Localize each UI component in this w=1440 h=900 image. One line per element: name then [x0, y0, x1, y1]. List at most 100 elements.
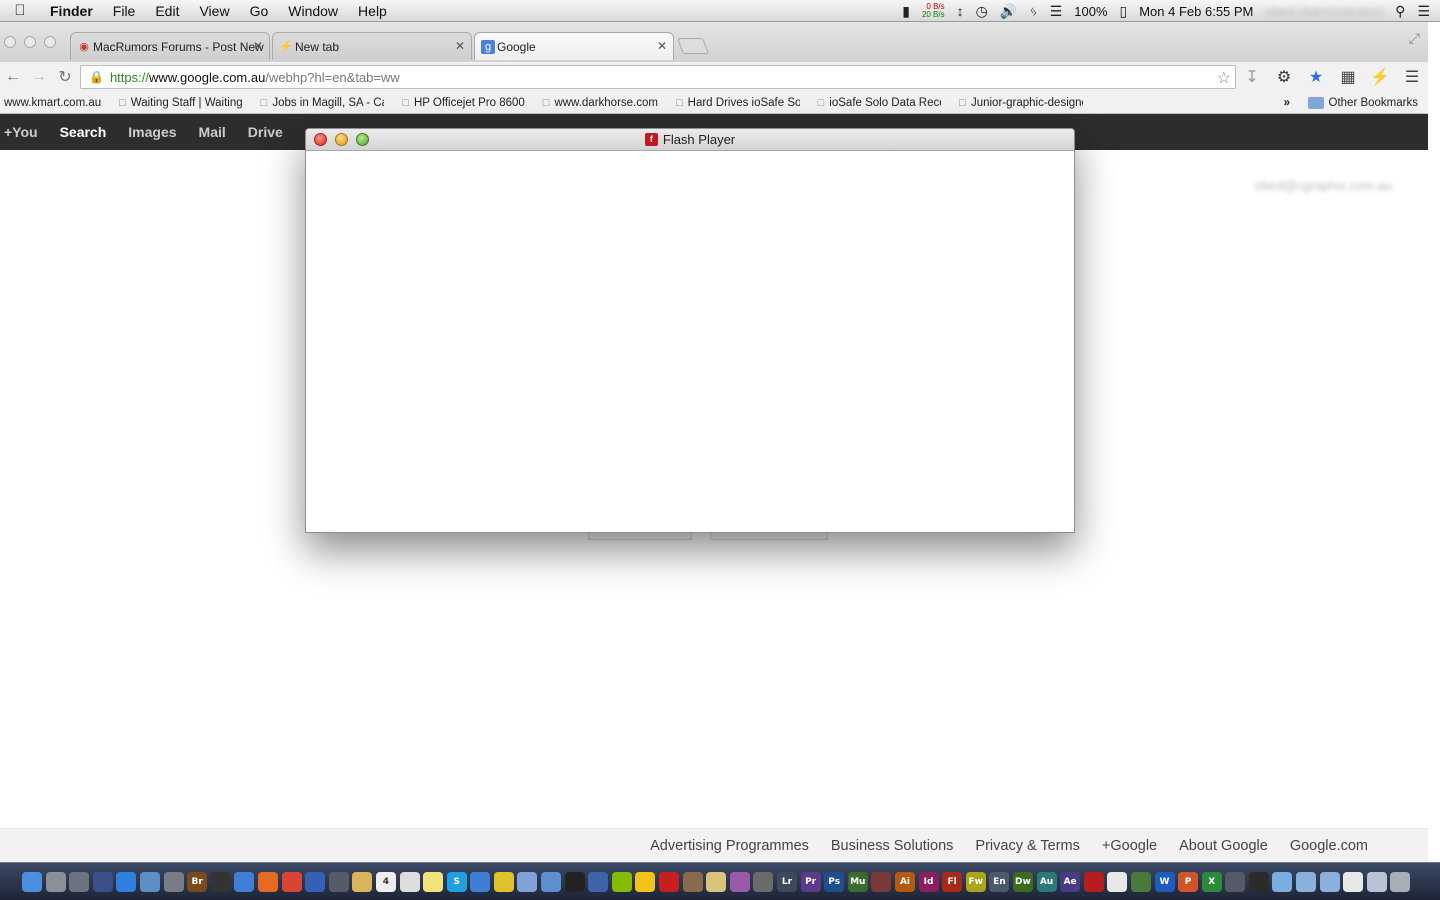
zoom-button[interactable]: [356, 133, 369, 146]
documents-folder-icon[interactable]: [1319, 871, 1340, 892]
bookmark-star-icon[interactable]: ☆: [1217, 68, 1231, 88]
gear-icon[interactable]: ⚙: [1274, 67, 1294, 87]
font-book-icon[interactable]: [729, 871, 750, 892]
volume-icon[interactable]: 🔊: [1000, 3, 1017, 20]
close-tab-icon[interactable]: ✕: [657, 39, 667, 53]
user-name[interactable]: obed (Administrator): [1265, 4, 1383, 19]
thunderbird-icon[interactable]: [305, 871, 326, 892]
close-window-button[interactable]: [4, 36, 16, 48]
footer-plus-google[interactable]: +Google: [1102, 838, 1157, 854]
powerpoint-icon[interactable]: P: [1178, 871, 1199, 892]
photoshop-icon[interactable]: Ps: [824, 871, 845, 892]
gnav-drive[interactable]: Drive: [237, 124, 294, 140]
menu-go[interactable]: Go: [240, 3, 279, 19]
calendar-icon[interactable]: 4: [375, 871, 396, 892]
acrobat-pro-icon[interactable]: [1083, 871, 1104, 892]
star-app-icon[interactable]: [706, 871, 727, 892]
dvd-player-icon[interactable]: [210, 871, 231, 892]
downloads-icon[interactable]: [1366, 871, 1387, 892]
address-bar[interactable]: 🔒 https:// www.google.com.au /webhp?hl=e…: [80, 65, 1236, 89]
back-icon[interactable]: ←: [0, 68, 26, 86]
close-button[interactable]: [314, 133, 327, 146]
flash-content-area[interactable]: [306, 151, 1074, 532]
gnav-search[interactable]: Search: [49, 124, 118, 140]
tab-macrumors[interactable]: ◉ MacRumors Forums - Post New ✕: [70, 32, 270, 60]
excel-icon[interactable]: X: [1201, 871, 1222, 892]
gnav-plus-you[interactable]: +You: [0, 124, 49, 140]
bookmark-hp-officejet[interactable]: □ HP Officejet Pro 8600: [402, 97, 524, 109]
close-tab-icon[interactable]: ✕: [455, 39, 465, 53]
lightroom-icon[interactable]: Lr: [777, 871, 797, 892]
bookmark-junior-designer[interactable]: □ Junior-graphic-designer: [959, 97, 1083, 109]
indesign-icon[interactable]: Id: [918, 871, 939, 892]
utility-2-icon[interactable]: [1225, 871, 1246, 892]
safari-icon[interactable]: [234, 871, 255, 892]
bookmark-jobs-magill[interactable]: □ Jobs in Magill, SA - Careers: [261, 97, 385, 109]
forward-icon[interactable]: →: [26, 68, 52, 86]
reload-icon[interactable]: ↻: [52, 67, 78, 87]
wifi-icon[interactable]: ☰: [1050, 3, 1063, 20]
word-icon[interactable]: W: [1154, 871, 1175, 892]
footer-advertising[interactable]: Advertising Programmes: [650, 838, 809, 854]
menu-edit[interactable]: Edit: [145, 3, 189, 19]
gnav-mail[interactable]: Mail: [188, 124, 237, 140]
menu-window[interactable]: Window: [278, 3, 348, 19]
spotify-icon[interactable]: [611, 871, 632, 892]
network-speed[interactable]: 0 B/s 20 B/s: [922, 3, 945, 19]
chrome-menu-icon[interactable]: ☰: [1402, 67, 1422, 87]
trash-icon[interactable]: [1390, 871, 1411, 892]
clock[interactable]: Mon 4 Feb 6:55 PM: [1139, 4, 1253, 19]
battery-percent[interactable]: 100%: [1074, 4, 1107, 19]
up-down-arrows-icon[interactable]: ↕: [957, 3, 964, 19]
bookmark-darkhorse[interactable]: □ www.darkhorse.com: [543, 97, 658, 109]
adium-icon[interactable]: [635, 871, 656, 892]
tab-new-tab[interactable]: ⚡ New tab ✕: [272, 32, 472, 60]
minimize-button[interactable]: [335, 133, 348, 146]
dreamweaver-icon[interactable]: Dw: [1012, 871, 1033, 892]
finder-icon[interactable]: [22, 871, 42, 892]
blue-star-icon[interactable]: ★: [1306, 67, 1326, 87]
terminal-icon[interactable]: [1130, 871, 1151, 892]
camera-icon[interactable]: [1248, 871, 1269, 892]
battery-icon[interactable]: ▯: [1120, 3, 1128, 20]
utility-icon[interactable]: [69, 871, 90, 892]
cyberduck-icon[interactable]: [517, 871, 538, 892]
bookmark-waiting-staff[interactable]: □ Waiting Staff | Waiting: [119, 97, 243, 109]
menu-app-name[interactable]: Finder: [40, 3, 103, 19]
time-machine-icon[interactable]: ◷: [976, 3, 988, 20]
bookmarks-overflow-button[interactable]: »: [1284, 97, 1290, 109]
bookmark-kmart[interactable]: www.kmart.com.au: [4, 97, 101, 109]
flash-title-bar[interactable]: f Flash Player: [306, 129, 1074, 151]
textedit-icon[interactable]: [399, 871, 420, 892]
bridge-icon[interactable]: Br: [187, 871, 208, 892]
download-blocked-icon[interactable]: ↧: [1242, 67, 1262, 87]
footer-about[interactable]: About Google: [1179, 838, 1268, 854]
account-email[interactable]: obed@cgraphix.com.au: [1255, 178, 1393, 193]
after-effects-icon[interactable]: Ae: [1060, 871, 1081, 892]
itunes-icon[interactable]: [470, 871, 491, 892]
illustrator-icon[interactable]: Ai: [894, 871, 915, 892]
spotlight-search-icon[interactable]: ⚲: [1395, 3, 1405, 20]
bookmark-iosafe[interactable]: □ ioSafe Solo Data Recovery: [818, 97, 942, 109]
mail-icon[interactable]: [541, 871, 562, 892]
brush-icon[interactable]: [753, 871, 774, 892]
evernote-icon[interactable]: ▦: [1338, 67, 1358, 87]
pdf-icon[interactable]: [1107, 871, 1128, 892]
menu-view[interactable]: View: [189, 3, 239, 19]
app-store-icon[interactable]: [116, 871, 137, 892]
fireworks-icon[interactable]: Fw: [965, 871, 986, 892]
menu-file[interactable]: File: [103, 3, 146, 19]
firefox-icon[interactable]: [257, 871, 278, 892]
skype-icon[interactable]: S: [446, 871, 467, 892]
premiere-icon[interactable]: Pr: [800, 871, 821, 892]
quicktime-icon[interactable]: [588, 871, 609, 892]
footer-privacy[interactable]: Privacy & Terms: [975, 838, 1079, 854]
minimize-window-button[interactable]: [24, 36, 36, 48]
tab-google[interactable]: g Google ✕: [474, 32, 674, 60]
bluetooth-icon[interactable]: ᛃ: [1029, 3, 1037, 19]
footer-google-com[interactable]: Google.com: [1290, 838, 1368, 854]
close-tab-icon[interactable]: ✕: [253, 39, 263, 53]
notification-center-icon[interactable]: ☰: [1417, 3, 1430, 20]
menu-help[interactable]: Help: [348, 3, 397, 19]
quill-icon[interactable]: [564, 871, 585, 892]
